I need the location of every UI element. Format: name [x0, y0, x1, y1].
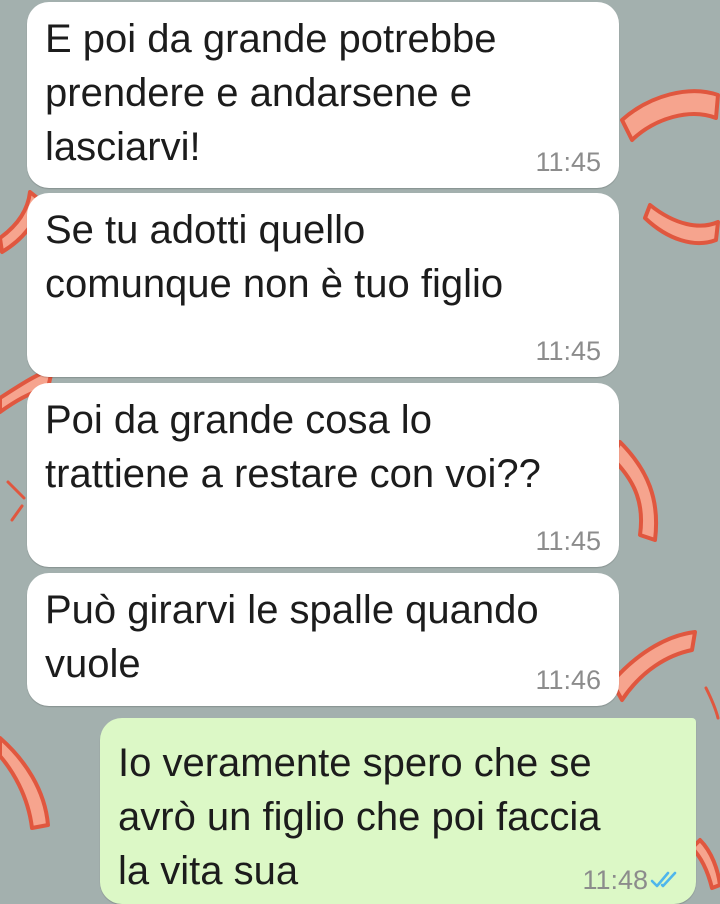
message-timestamp: 11:48 [582, 865, 648, 895]
message-timestamp: 11:45 [535, 147, 601, 177]
wallpaper-stroke [704, 686, 720, 720]
message-bubble-incoming[interactable]: E poi da grande potrebbe prendere e anda… [27, 2, 619, 188]
message-text: Può girarvi le spalle quando vuole [45, 588, 539, 686]
message-text: Poi da grande cosa lo trattiene a restar… [45, 398, 541, 496]
message-timestamp: 11:45 [535, 336, 601, 366]
message-timestamp: 11:45 [535, 526, 601, 556]
wallpaper-stroke [10, 504, 24, 522]
wallpaper-stroke [6, 480, 26, 500]
message-bubble-outgoing[interactable]: Io veramente spero che se avrò un figlio… [100, 718, 696, 904]
message-bubble-incoming[interactable]: Se tu adotti quello comunque non è tuo f… [27, 193, 619, 377]
message-bubble-incoming[interactable]: Poi da grande cosa lo trattiene a restar… [27, 383, 619, 567]
wallpaper-squiggle [0, 736, 50, 830]
wallpaper-squiggle [643, 203, 720, 245]
message-text: E poi da grande potrebbe prendere e anda… [45, 17, 497, 169]
double-check-read-icon [650, 871, 677, 888]
message-bubble-incoming[interactable]: Può girarvi le spalle quando vuole 11:46 [27, 573, 619, 706]
wallpaper-squiggle [690, 838, 720, 890]
wallpaper-squiggle [620, 89, 720, 142]
message-text: Se tu adotti quello comunque non è tuo f… [45, 208, 504, 306]
message-timestamp: 11:46 [535, 665, 601, 695]
wallpaper-squiggle [610, 630, 697, 702]
